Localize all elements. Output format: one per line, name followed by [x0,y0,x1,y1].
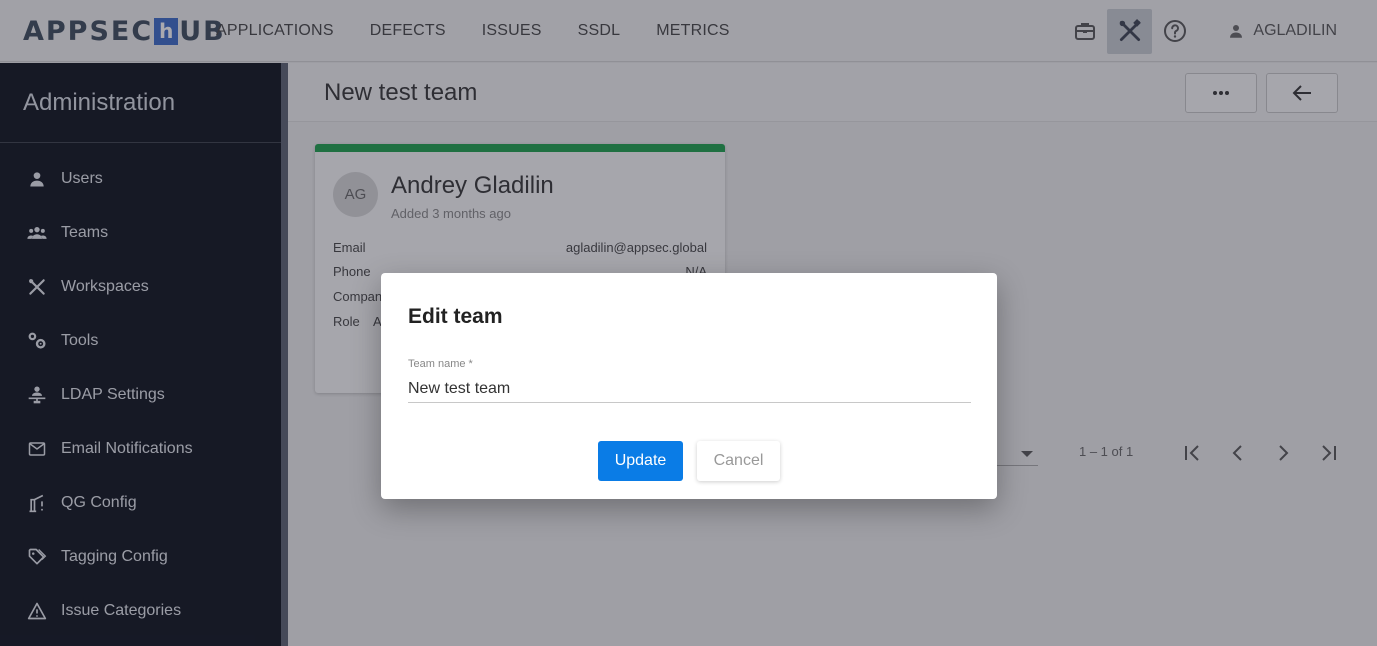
edit-team-dialog: Edit team Team name * Update Cancel [381,273,997,499]
cancel-button[interactable]: Cancel [697,441,780,481]
dialog-title: Edit team [408,305,503,328]
update-button[interactable]: Update [598,441,683,481]
team-name-label: Team name * [408,358,473,370]
team-name-input[interactable] [408,375,971,403]
